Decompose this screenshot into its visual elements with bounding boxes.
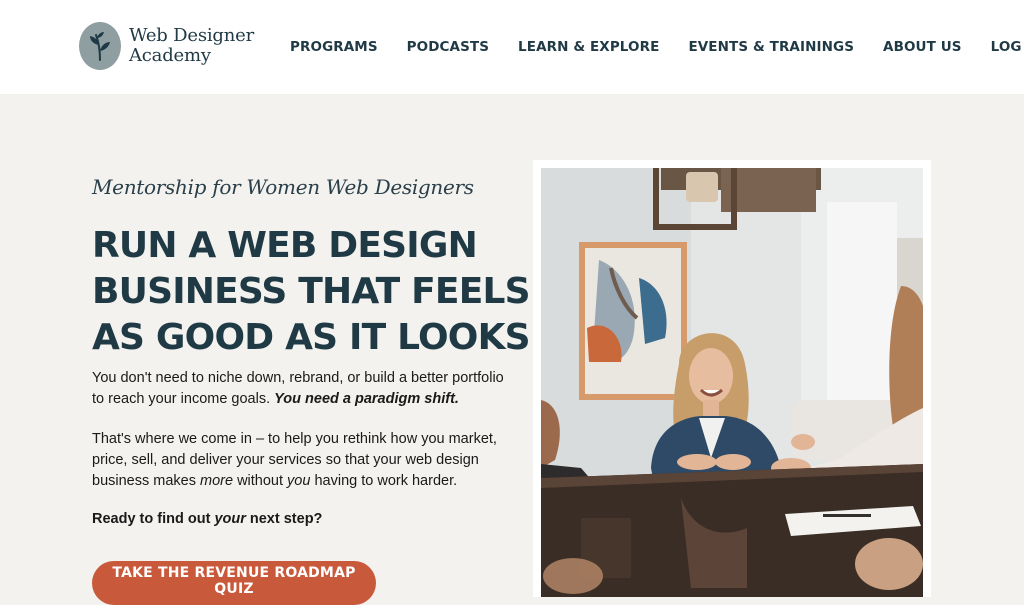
p1-emphasis: You need a paradigm shift. [274,391,459,407]
revenue-roadmap-quiz-button[interactable]: TAKE THE REVENUE ROADMAP QUIZ [92,561,376,605]
logo-wordmark: Web Designer Academy [129,26,254,66]
nav-programs[interactable]: PROGRAMS [290,39,378,55]
logo-line-2: Academy [129,45,211,66]
headline-line-1: RUN A WEB DESIGN [92,225,478,266]
p2-after: having to work harder. [310,473,458,489]
p3-before: Ready to find out [92,511,215,527]
nav-events-trainings[interactable]: EVENTS & TRAININGS [688,39,854,55]
p2-em-you: you [287,473,311,489]
hero-question: Ready to find out your next step? [92,509,512,530]
hero-photo-frame [533,160,931,597]
headline-line-2: BUSINESS THAT FEELS [92,271,531,312]
leaf-sprig-icon [79,22,121,70]
nav-podcasts[interactable]: PODCASTS [407,39,489,55]
p3-em-your: your [214,511,246,527]
site-header: Web Designer Academy PROGRAMS PODCASTS L… [0,0,1024,94]
site-logo[interactable]: Web Designer Academy [79,22,254,70]
p2-em-more: more [200,473,234,489]
headline-line-3: AS GOOD AS IT LOOKS [92,317,531,358]
nav-about-us[interactable]: ABOUT US [883,39,962,55]
hero-photo [541,168,923,597]
p2-middle: without [233,473,288,489]
hero-eyebrow: Mentorship for Women Web Designers [92,175,474,199]
hero-paragraph-1: You don't need to niche down, rebrand, o… [92,368,512,410]
main-nav: PROGRAMS PODCASTS LEARN & EXPLORE EVENTS… [290,36,1024,58]
logo-line-1: Web Designer [129,25,254,46]
nav-log-in[interactable]: LOG IN [991,39,1024,55]
p3-after: next step? [245,511,323,527]
nav-learn-explore[interactable]: LEARN & EXPLORE [518,39,659,55]
hero-headline: RUN A WEB DESIGN BUSINESS THAT FEELS AS … [92,223,531,361]
hero-paragraph-2: That's where we come in – to help you re… [92,429,512,492]
